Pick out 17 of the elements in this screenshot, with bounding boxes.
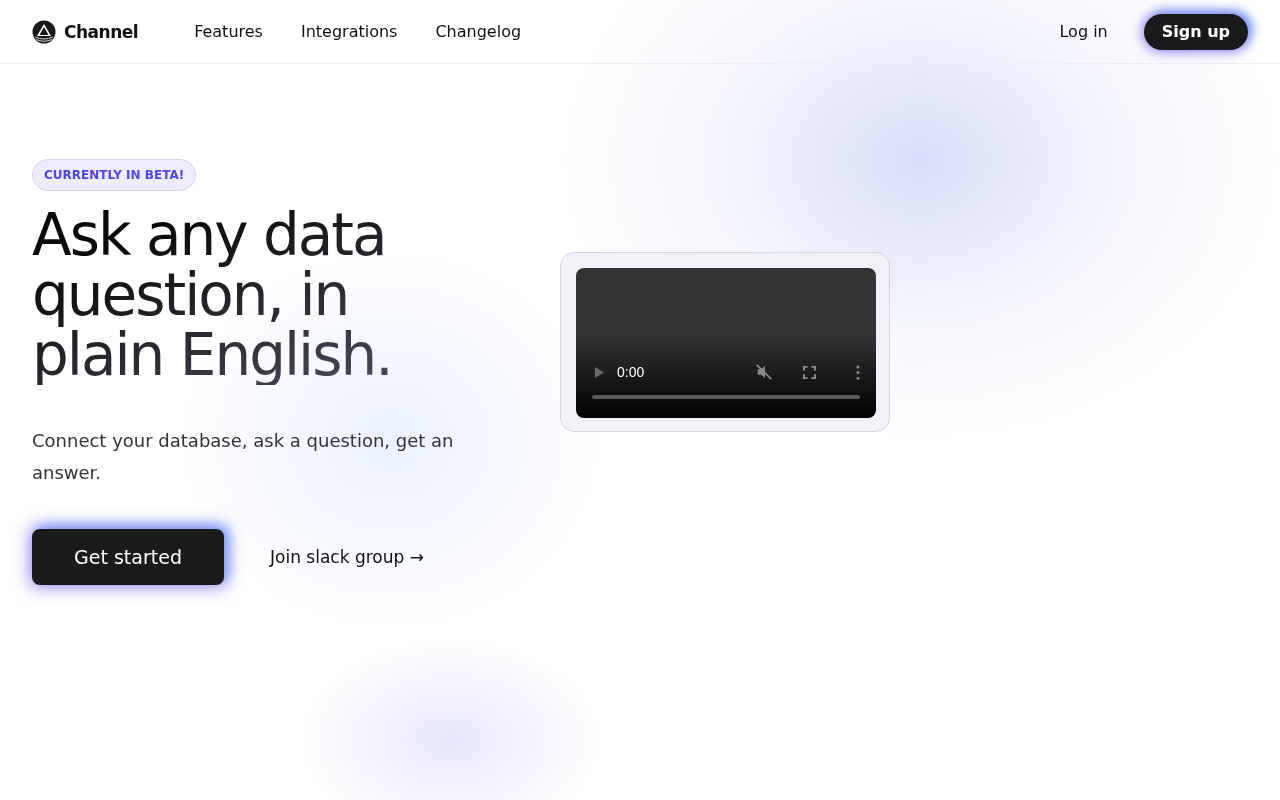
slack-link[interactable]: Join slack group → — [270, 547, 424, 567]
nav-link[interactable]: Changelog — [435, 22, 522, 41]
signup-button[interactable]: Sign up — [1143, 13, 1248, 50]
progress-track[interactable] — [592, 395, 860, 399]
beta-badge: CURRENTLY IN BETA! — [32, 159, 197, 191]
login-link[interactable]: Log in — [1059, 22, 1108, 41]
nav-link[interactable]: Features — [194, 22, 263, 41]
video-time: 0:00 — [617, 364, 645, 380]
get-started-button[interactable]: Get started — [32, 529, 224, 585]
play-icon[interactable] — [594, 365, 605, 379]
speaker-icon[interactable] — [755, 363, 773, 381]
nav-link[interactable]: Integrations — [300, 22, 398, 41]
brand-name[interactable]: Channel — [64, 21, 139, 42]
logo-icon — [32, 19, 56, 44]
hero-subtitle: Connect your database, ask a question, get an answer. — [32, 429, 455, 485]
fullscreen-icon[interactable] — [803, 365, 816, 379]
more-icon[interactable] — [856, 364, 860, 380]
